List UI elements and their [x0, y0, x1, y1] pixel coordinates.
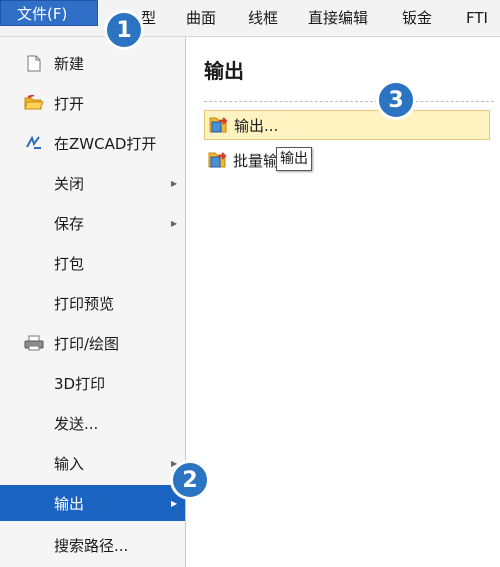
- export-button[interactable]: 输出...: [204, 110, 490, 140]
- file-menu-button[interactable]: 文件(F): [0, 0, 98, 26]
- menu-print-preview-label: 打印预览: [54, 294, 115, 313]
- menu-item-wireframe[interactable]: 线框: [248, 0, 278, 36]
- tooltip: 输出: [276, 147, 312, 171]
- menu-3d-print[interactable]: 3D打印: [0, 365, 185, 401]
- menu-new-label: 新建: [54, 54, 85, 73]
- menu-open-in-zwcad-label: 在ZWCAD打开: [54, 134, 157, 153]
- batch-export-icon: [208, 152, 227, 168]
- file-menu-panel: 新建 打开 在ZWCAD打开 关闭 ▶ 保存 ▶ 打包 打印预览 打印/绘图 3…: [0, 37, 186, 567]
- step-badge-2: 2: [170, 460, 210, 500]
- export-label: 输出...: [234, 116, 279, 135]
- submenu-arrow-icon: ▶: [171, 498, 178, 508]
- menu-import[interactable]: 输入 ▶: [0, 445, 185, 481]
- new-file-icon: [24, 54, 44, 72]
- menu-search-path[interactable]: 搜索路径...: [0, 527, 185, 563]
- divider: [204, 101, 494, 102]
- step-badge-1: 1: [104, 10, 144, 50]
- menu-export-label: 输出: [54, 494, 85, 513]
- submenu-arrow-icon: ▶: [171, 178, 178, 188]
- menu-open-label: 打开: [54, 94, 85, 113]
- menu-3d-print-label: 3D打印: [54, 374, 106, 393]
- printer-icon: [24, 334, 44, 352]
- menu-item-surface[interactable]: 曲面: [186, 0, 216, 36]
- menu-pack[interactable]: 打包: [0, 245, 185, 281]
- batch-export-label: 批量输: [233, 151, 279, 170]
- menu-send-label: 发送...: [54, 414, 99, 433]
- menu-open[interactable]: 打开: [0, 85, 185, 121]
- menu-print-plot[interactable]: 打印/绘图: [0, 325, 185, 361]
- step-badge-3: 3: [376, 80, 416, 120]
- batch-export-button[interactable]: 批量输: [204, 145, 334, 175]
- menu-pack-label: 打包: [54, 254, 85, 273]
- panel-title: 输出: [204, 59, 244, 83]
- menu-export[interactable]: 输出 ▶: [0, 485, 185, 521]
- menu-send[interactable]: 发送...: [0, 405, 185, 441]
- open-folder-icon: [24, 94, 44, 112]
- export-file-icon: [209, 117, 228, 133]
- menu-import-label: 输入: [54, 454, 85, 473]
- menu-save-label: 保存: [54, 214, 85, 233]
- menu-close[interactable]: 关闭 ▶: [0, 165, 185, 201]
- menu-new[interactable]: 新建: [0, 45, 185, 81]
- menu-close-label: 关闭: [54, 174, 85, 193]
- menu-bar: 文件(F) 型 曲面 线框 直接编辑 钣金 FTI: [0, 0, 500, 37]
- zwcad-icon: [24, 134, 44, 152]
- menu-search-path-label: 搜索路径...: [54, 536, 129, 555]
- menu-print-preview[interactable]: 打印预览: [0, 285, 185, 321]
- menu-item-direct-edit[interactable]: 直接编辑: [308, 0, 368, 36]
- menu-item-fti[interactable]: FTI: [466, 0, 488, 36]
- menu-print-plot-label: 打印/绘图: [54, 334, 120, 353]
- submenu-arrow-icon: ▶: [171, 218, 178, 228]
- menu-save[interactable]: 保存 ▶: [0, 205, 185, 241]
- menu-open-in-zwcad[interactable]: 在ZWCAD打开: [0, 125, 185, 161]
- menu-item-sheet-metal[interactable]: 钣金: [402, 0, 432, 36]
